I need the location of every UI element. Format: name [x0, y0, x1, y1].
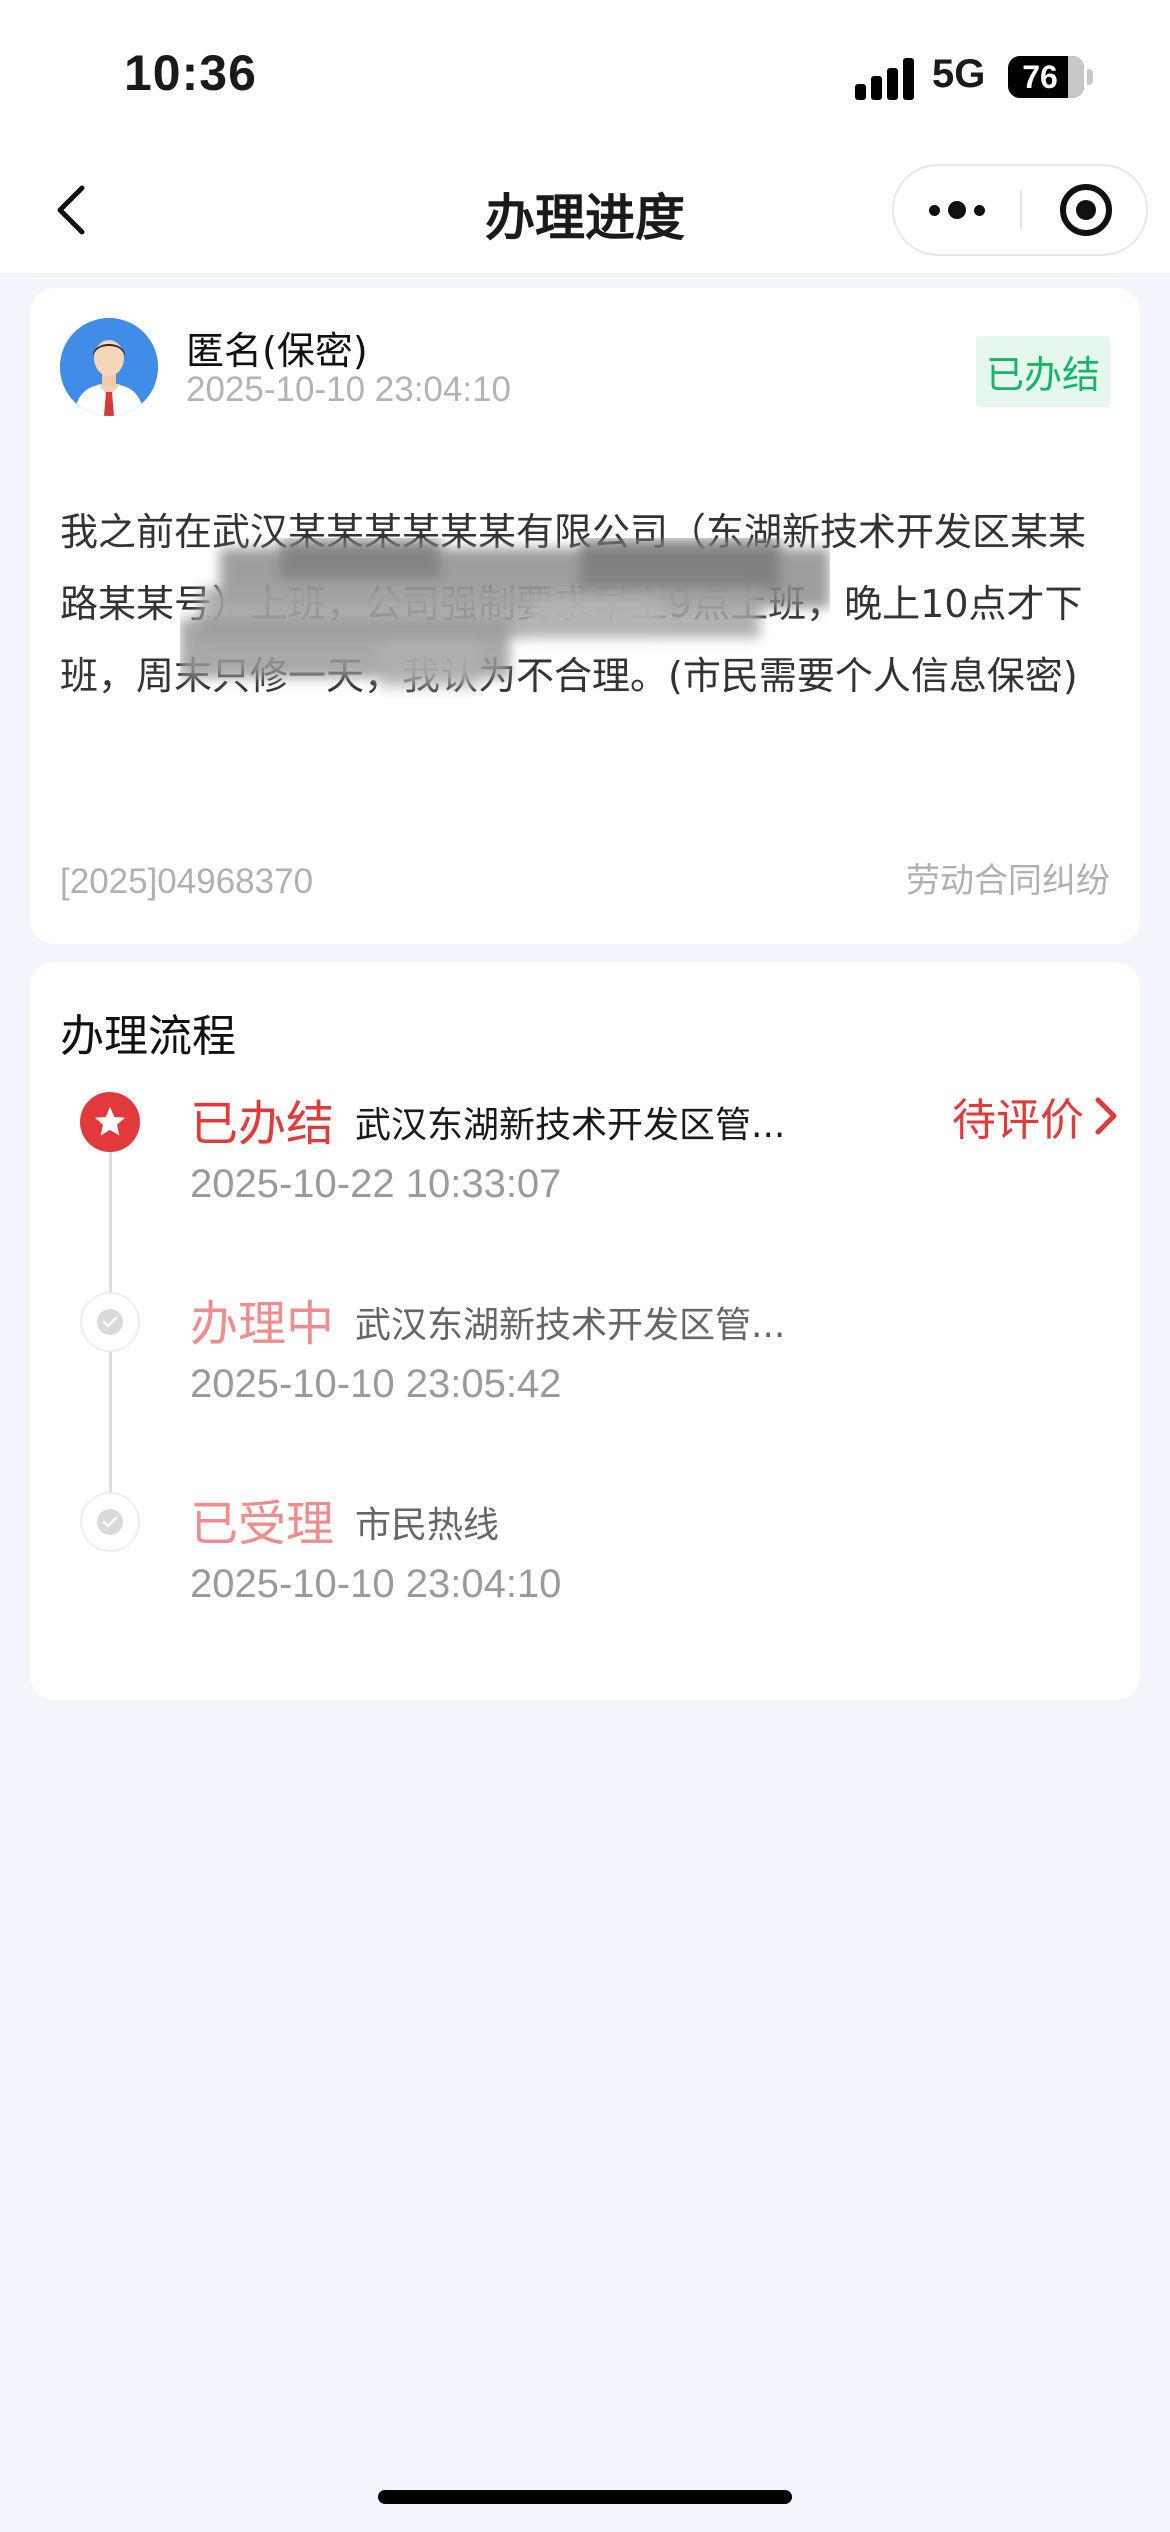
ticket-card: 匿名(保密) 2025-10-10 23:04:10 已办结 我之前在武汉某某某… [30, 288, 1140, 944]
step-time: 2025-10-22 10:33:07 [190, 1162, 562, 1206]
star-icon [80, 1092, 140, 1152]
step-status: 已受理 [190, 1496, 335, 1552]
capsule-divider [1020, 190, 1022, 230]
navbar: 办理进度 [0, 150, 1170, 274]
submit-time: 2025-10-10 23:04:10 [186, 370, 511, 409]
step-department: 市民热线 [355, 1505, 500, 1546]
process-title: 办理流程 [60, 1011, 236, 1062]
status-bar: 10:36 5G 76 [0, 0, 1170, 150]
signal-icon [855, 58, 915, 100]
check-icon [80, 1492, 140, 1552]
timeline-step: 已办结 武汉东湖新技术开发区管... 2025-10-22 10:33:07 待… [30, 1092, 1140, 1242]
rate-label: 待评价 [952, 1095, 1084, 1146]
submitter-name: 匿名(保密) [186, 329, 368, 373]
rate-link[interactable]: 待评价 [952, 1084, 1118, 1148]
step-time: 2025-10-10 23:05:42 [190, 1362, 562, 1406]
ticket-number: [2025]04968370 [60, 862, 314, 901]
step-status: 办理中 [190, 1296, 335, 1352]
check-icon [80, 1292, 140, 1352]
ticket-category: 劳动合同纠纷 [906, 861, 1110, 901]
step-department: 武汉东湖新技术开发区管... [355, 1305, 786, 1346]
battery-level: 76 [1022, 59, 1058, 95]
network-type: 5G [932, 52, 986, 96]
status-badge: 已办结 [975, 336, 1110, 407]
step-time: 2025-10-10 23:04:10 [190, 1562, 562, 1606]
timeline-step: 办理中 武汉东湖新技术开发区管... 2025-10-10 23:05:42 [30, 1292, 1140, 1442]
more-icon[interactable] [894, 166, 1020, 254]
avatar [60, 318, 158, 416]
miniprogram-capsule [892, 164, 1148, 256]
battery-tip [1087, 69, 1093, 85]
step-department: 武汉东湖新技术开发区管... [355, 1105, 786, 1146]
step-status: 已办结 [190, 1096, 335, 1152]
home-indicator[interactable] [378, 2490, 792, 2504]
timeline-step: 已受理 市民热线 2025-10-10 23:04:10 [30, 1492, 1140, 1642]
battery-icon: 76 [1008, 56, 1084, 98]
ticket-content: 我之前在武汉某某某某某某有限公司（东湖新技术开发区某某路某某号）上班，公司强制要… [60, 510, 1087, 698]
chevron-right-icon [1095, 1097, 1117, 1135]
close-miniprogram-icon[interactable] [1060, 184, 1112, 236]
process-card: 办理流程 已办结 武汉东湖新技术开发区管... 2025-10-22 10:33… [30, 962, 1140, 1700]
status-time: 10:36 [124, 45, 257, 101]
